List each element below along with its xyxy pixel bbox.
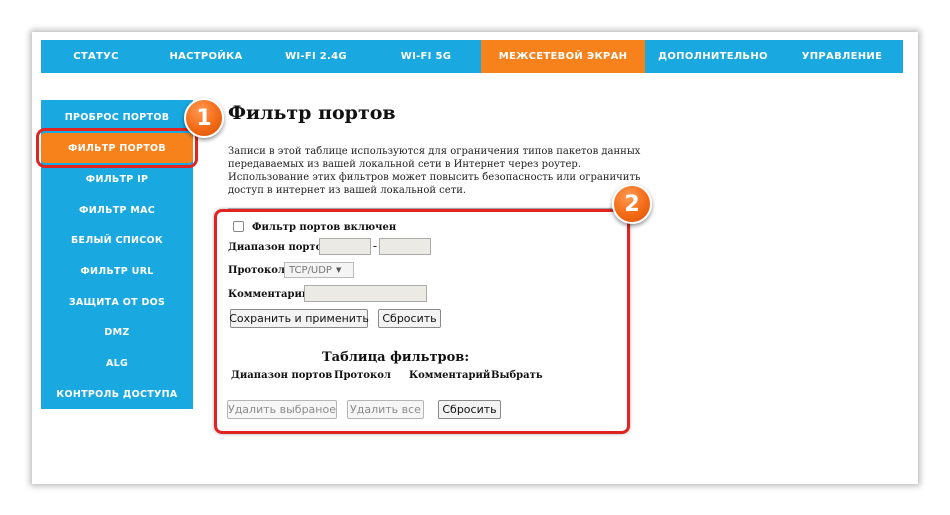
port-range-from-input[interactable]	[319, 238, 371, 255]
sidebar-item-url-filter[interactable]: ФИЛЬТР URL	[41, 256, 193, 286]
router-page: СТАТУС НАСТРОЙКА WI-FI 2.4G WI-FI 5G МЕЖ…	[32, 32, 918, 484]
protocol-selected-value: TCP/UDP	[289, 264, 332, 276]
save-apply-button[interactable]: Сохранить и применить	[229, 309, 369, 328]
comment-label: Комментарий:	[228, 289, 314, 300]
column-header-select: Выбрать	[491, 370, 543, 381]
page-title: Фильтр портов	[228, 102, 396, 124]
delete-all-button[interactable]: Удалить все	[347, 400, 424, 419]
tab-wifi-5[interactable]: WI-FI 5G	[371, 40, 481, 73]
sidebar: ПРОБРОС ПОРТОВ ФИЛЬТР ПОРТОВ ФИЛЬТР IP Ф…	[36, 100, 198, 409]
sidebar-item-mac-filter[interactable]: ФИЛЬТР MAC	[41, 195, 193, 225]
reset-table-button[interactable]: Сбросить	[438, 400, 501, 419]
comment-input[interactable]	[304, 285, 427, 302]
enable-port-filter-checkbox[interactable]	[233, 221, 244, 232]
step-badge-two: 2	[612, 184, 652, 224]
port-range-label: Диапазон портов:	[228, 242, 333, 253]
tab-wifi-24[interactable]: WI-FI 2.4G	[261, 40, 371, 73]
protocol-label: Протокол:	[228, 265, 289, 276]
tab-advanced[interactable]: ДОПОЛНИТЕЛЬНО	[645, 40, 781, 73]
reset-form-button[interactable]: Сбросить	[378, 309, 441, 328]
sidebar-item-ip-filter[interactable]: ФИЛЬТР IP	[41, 164, 193, 194]
sidebar-item-port-forwarding[interactable]: ПРОБРОС ПОРТОВ	[41, 102, 193, 132]
sidebar-item-whitelist[interactable]: БЕЛЫЙ СПИСОК	[41, 225, 193, 255]
column-header-comment: Комментарий	[409, 370, 491, 381]
tab-status[interactable]: СТАТУС	[41, 40, 151, 73]
port-range-to-input[interactable]	[379, 238, 431, 255]
sidebar-item-alg[interactable]: ALG	[41, 348, 193, 378]
delete-selected-button[interactable]: Удалить выбраное	[227, 400, 337, 419]
tab-management[interactable]: УПРАВЛЕНИЕ	[781, 40, 903, 73]
sidebar-item-port-filter[interactable]: ФИЛЬТР ПОРТОВ	[36, 128, 198, 168]
top-navigation: СТАТУС НАСТРОЙКА WI-FI 2.4G WI-FI 5G МЕЖ…	[41, 40, 903, 73]
step-badge-one: 1	[184, 98, 224, 138]
sidebar-item-dos-protection[interactable]: ЗАЩИТА ОТ DOS	[41, 287, 193, 317]
sidebar-item-dmz[interactable]: DMZ	[41, 317, 193, 347]
sidebar-item-access-control[interactable]: КОНТРОЛЬ ДОСТУПА	[41, 379, 193, 409]
tab-firewall[interactable]: МЕЖСЕТЕВОЙ ЭКРАН	[481, 40, 645, 73]
column-header-port-range: Диапазон портов	[231, 370, 333, 381]
chevron-down-icon: ▼	[335, 266, 342, 274]
tab-settings[interactable]: НАСТРОЙКА	[151, 40, 261, 73]
port-range-separator: -	[373, 239, 378, 253]
column-header-protocol: Протокол	[334, 370, 391, 381]
protocol-select[interactable]: TCP/UDP ▼	[284, 262, 354, 278]
filter-table-title: Таблица фильтров:	[322, 350, 470, 365]
enable-port-filter-label: Фильтр портов включен	[252, 222, 397, 233]
page-description: Записи в этой таблице используются для о…	[228, 146, 641, 196]
